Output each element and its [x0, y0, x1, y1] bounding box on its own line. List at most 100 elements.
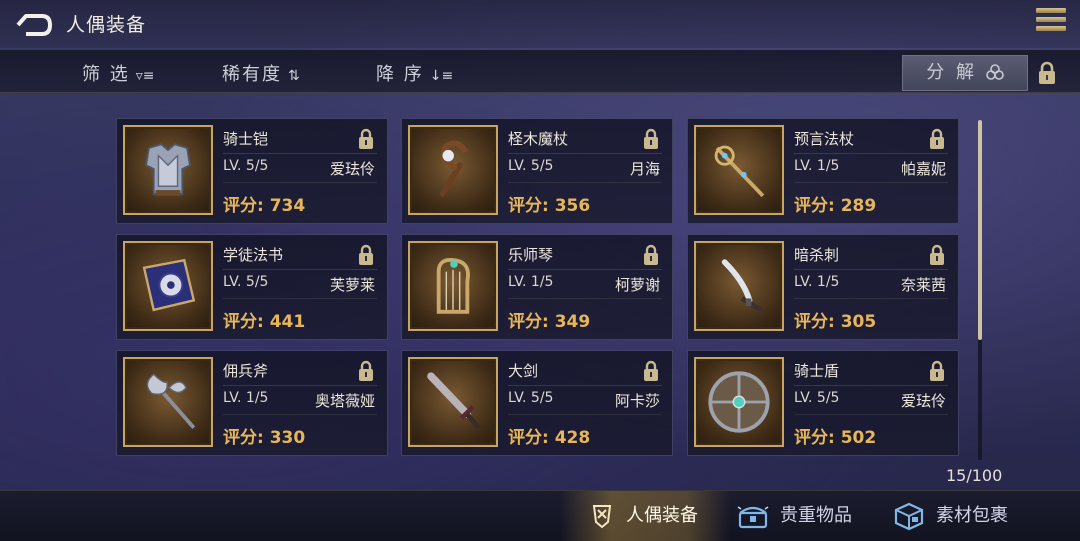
equipment-card[interactable]: 学徒法书 LV. 5/5 芙萝莱 评分: 441: [116, 234, 388, 340]
item-score: 评分: 428: [508, 428, 591, 448]
decompose-icon: [985, 64, 1004, 80]
item-name: 乐师琴: [508, 246, 554, 264]
item-lock-button[interactable]: [928, 128, 946, 154]
equipment-card[interactable]: 乐师琴 LV. 1/5 柯萝谢 评分: 349: [401, 234, 673, 340]
order-button[interactable]: 降 序 ↓≡: [376, 60, 453, 86]
inventory-count: 15/100: [946, 466, 1003, 485]
item-lock-button[interactable]: [928, 244, 946, 270]
divider: [508, 298, 662, 299]
back-button[interactable]: [14, 12, 54, 38]
item-owner: 爱珐伶: [900, 392, 946, 410]
item-owner: 芙萝莱: [329, 276, 375, 294]
item-lock-icon: [930, 128, 944, 149]
item-score: 评分: 502: [794, 428, 877, 448]
item-thumbnail: [123, 125, 213, 215]
menu-bar: [1036, 17, 1066, 22]
item-thumbnail: [408, 241, 498, 331]
rarity-label: 稀有度: [222, 64, 282, 85]
scrollbar-thumb[interactable]: [978, 120, 982, 340]
item-score: 评分: 734: [223, 196, 306, 216]
wooden-wand-icon: [439, 140, 468, 197]
equipment-card[interactable]: 骑士盾 LV. 5/5 爱珐伶 评分: 502: [687, 350, 959, 456]
lock-icon: [1039, 61, 1055, 84]
item-name: 暗杀刺: [794, 246, 840, 264]
divider: [794, 153, 948, 154]
scrollbar[interactable]: [978, 120, 982, 460]
item-lock-button[interactable]: [642, 244, 660, 270]
item-owner: 月海: [629, 160, 660, 178]
item-name: 预言法杖: [794, 130, 855, 148]
menu-button[interactable]: [1036, 8, 1066, 36]
divider: [508, 182, 662, 183]
rarity-sort-button[interactable]: 稀有度 ⇅: [222, 60, 300, 86]
item-owner: 奈莱茜: [900, 276, 946, 294]
item-level: LV. 5/5: [508, 390, 554, 406]
item-thumbnail: [408, 125, 498, 215]
item-level: LV. 1/5: [794, 158, 840, 174]
back-arrow-icon: [16, 14, 52, 36]
knight-armor-icon: [144, 143, 192, 196]
equipment-card[interactable]: 暗杀刺 LV. 1/5 奈莱茜评分: 305: [687, 234, 959, 340]
item-lock-icon: [644, 128, 658, 149]
tab-label: 人偶装备: [626, 505, 698, 526]
divider: [794, 298, 948, 299]
item-lock-button[interactable]: [642, 128, 660, 154]
item-thumbnail: [694, 241, 784, 331]
divider: [223, 269, 377, 270]
greatsword-icon: [427, 372, 481, 430]
filter-bar: 筛 选 ▿≡ 稀有度 ⇅ 降 序 ↓≡ 分 解: [0, 50, 1080, 93]
menu-bar: [1036, 26, 1066, 31]
equipment-card[interactable]: 柽木魔杖 LV. 5/5 月海评分: 356: [401, 118, 673, 224]
item-lock-button[interactable]: [357, 244, 375, 270]
item-score: 评分: 330: [223, 428, 306, 448]
item-level: LV. 5/5: [223, 274, 269, 290]
item-owner: 帕嘉妮: [900, 160, 946, 178]
armor-tab-icon: [592, 505, 612, 529]
divider: [223, 298, 377, 299]
item-owner: 阿卡莎: [614, 392, 660, 410]
menu-bar: [1036, 8, 1066, 13]
item-score: 评分: 305: [794, 312, 877, 332]
item-lock-button[interactable]: [642, 360, 660, 386]
item-name: 骑士盾: [794, 362, 840, 380]
divider: [508, 414, 662, 415]
item-lock-button[interactable]: [357, 128, 375, 154]
item-lock-button[interactable]: [357, 360, 375, 386]
item-thumbnail: [694, 125, 784, 215]
divider: [223, 182, 377, 183]
equipment-card[interactable]: 预言法杖 LV. 1/5 帕嘉妮 评分: 289: [687, 118, 959, 224]
decompose-button[interactable]: 分 解: [902, 55, 1028, 91]
item-lock-icon: [644, 244, 658, 265]
item-level: LV. 5/5: [223, 158, 269, 174]
item-score: 评分: 349: [508, 312, 591, 332]
bottom-tab-bar: 人偶装备 贵重物品 素材包裹: [0, 490, 1080, 541]
item-level: LV. 5/5: [508, 158, 554, 174]
tab-materials[interactable]: 素材包裹: [892, 491, 1008, 541]
prophecy-staff-icon: [714, 145, 765, 198]
item-level: LV. 1/5: [794, 274, 840, 290]
page-title: 人偶装备: [66, 14, 147, 36]
item-name: 柽木魔杖: [508, 130, 569, 148]
item-lock-icon: [359, 128, 373, 149]
item-lock-icon: [644, 360, 658, 381]
filter-label: 筛 选: [82, 64, 130, 85]
equipment-card[interactable]: 佣兵斧 LV. 1/5 奥塔薇娅 评分: 330: [116, 350, 388, 456]
lock-mode-button[interactable]: [1036, 61, 1058, 89]
equipment-card[interactable]: 大剑 LV. 5/5 阿卡莎 评分: 428: [401, 350, 673, 456]
order-label: 降 序: [376, 64, 424, 85]
divider: [794, 269, 948, 270]
equipment-card[interactable]: 骑士铠 LV. 5/5 爱珐伶 评分: 734: [116, 118, 388, 224]
divider: [508, 385, 662, 386]
item-score: 评分: 356: [508, 196, 591, 216]
tab-label: 素材包裹: [936, 505, 1008, 526]
item-owner: 爱珐伶: [329, 160, 375, 178]
divider: [794, 182, 948, 183]
tab-doll-equipment[interactable]: 人偶装备: [560, 491, 730, 541]
tab-valuables[interactable]: 贵重物品: [736, 491, 852, 541]
item-lock-button[interactable]: [928, 360, 946, 386]
dagger-icon: [721, 259, 763, 312]
decompose-label: 分 解: [926, 62, 977, 83]
battle-axe-icon: [146, 373, 196, 430]
filter-button[interactable]: 筛 选 ▿≡: [82, 60, 155, 86]
top-bar: 人偶装备: [0, 0, 1080, 48]
